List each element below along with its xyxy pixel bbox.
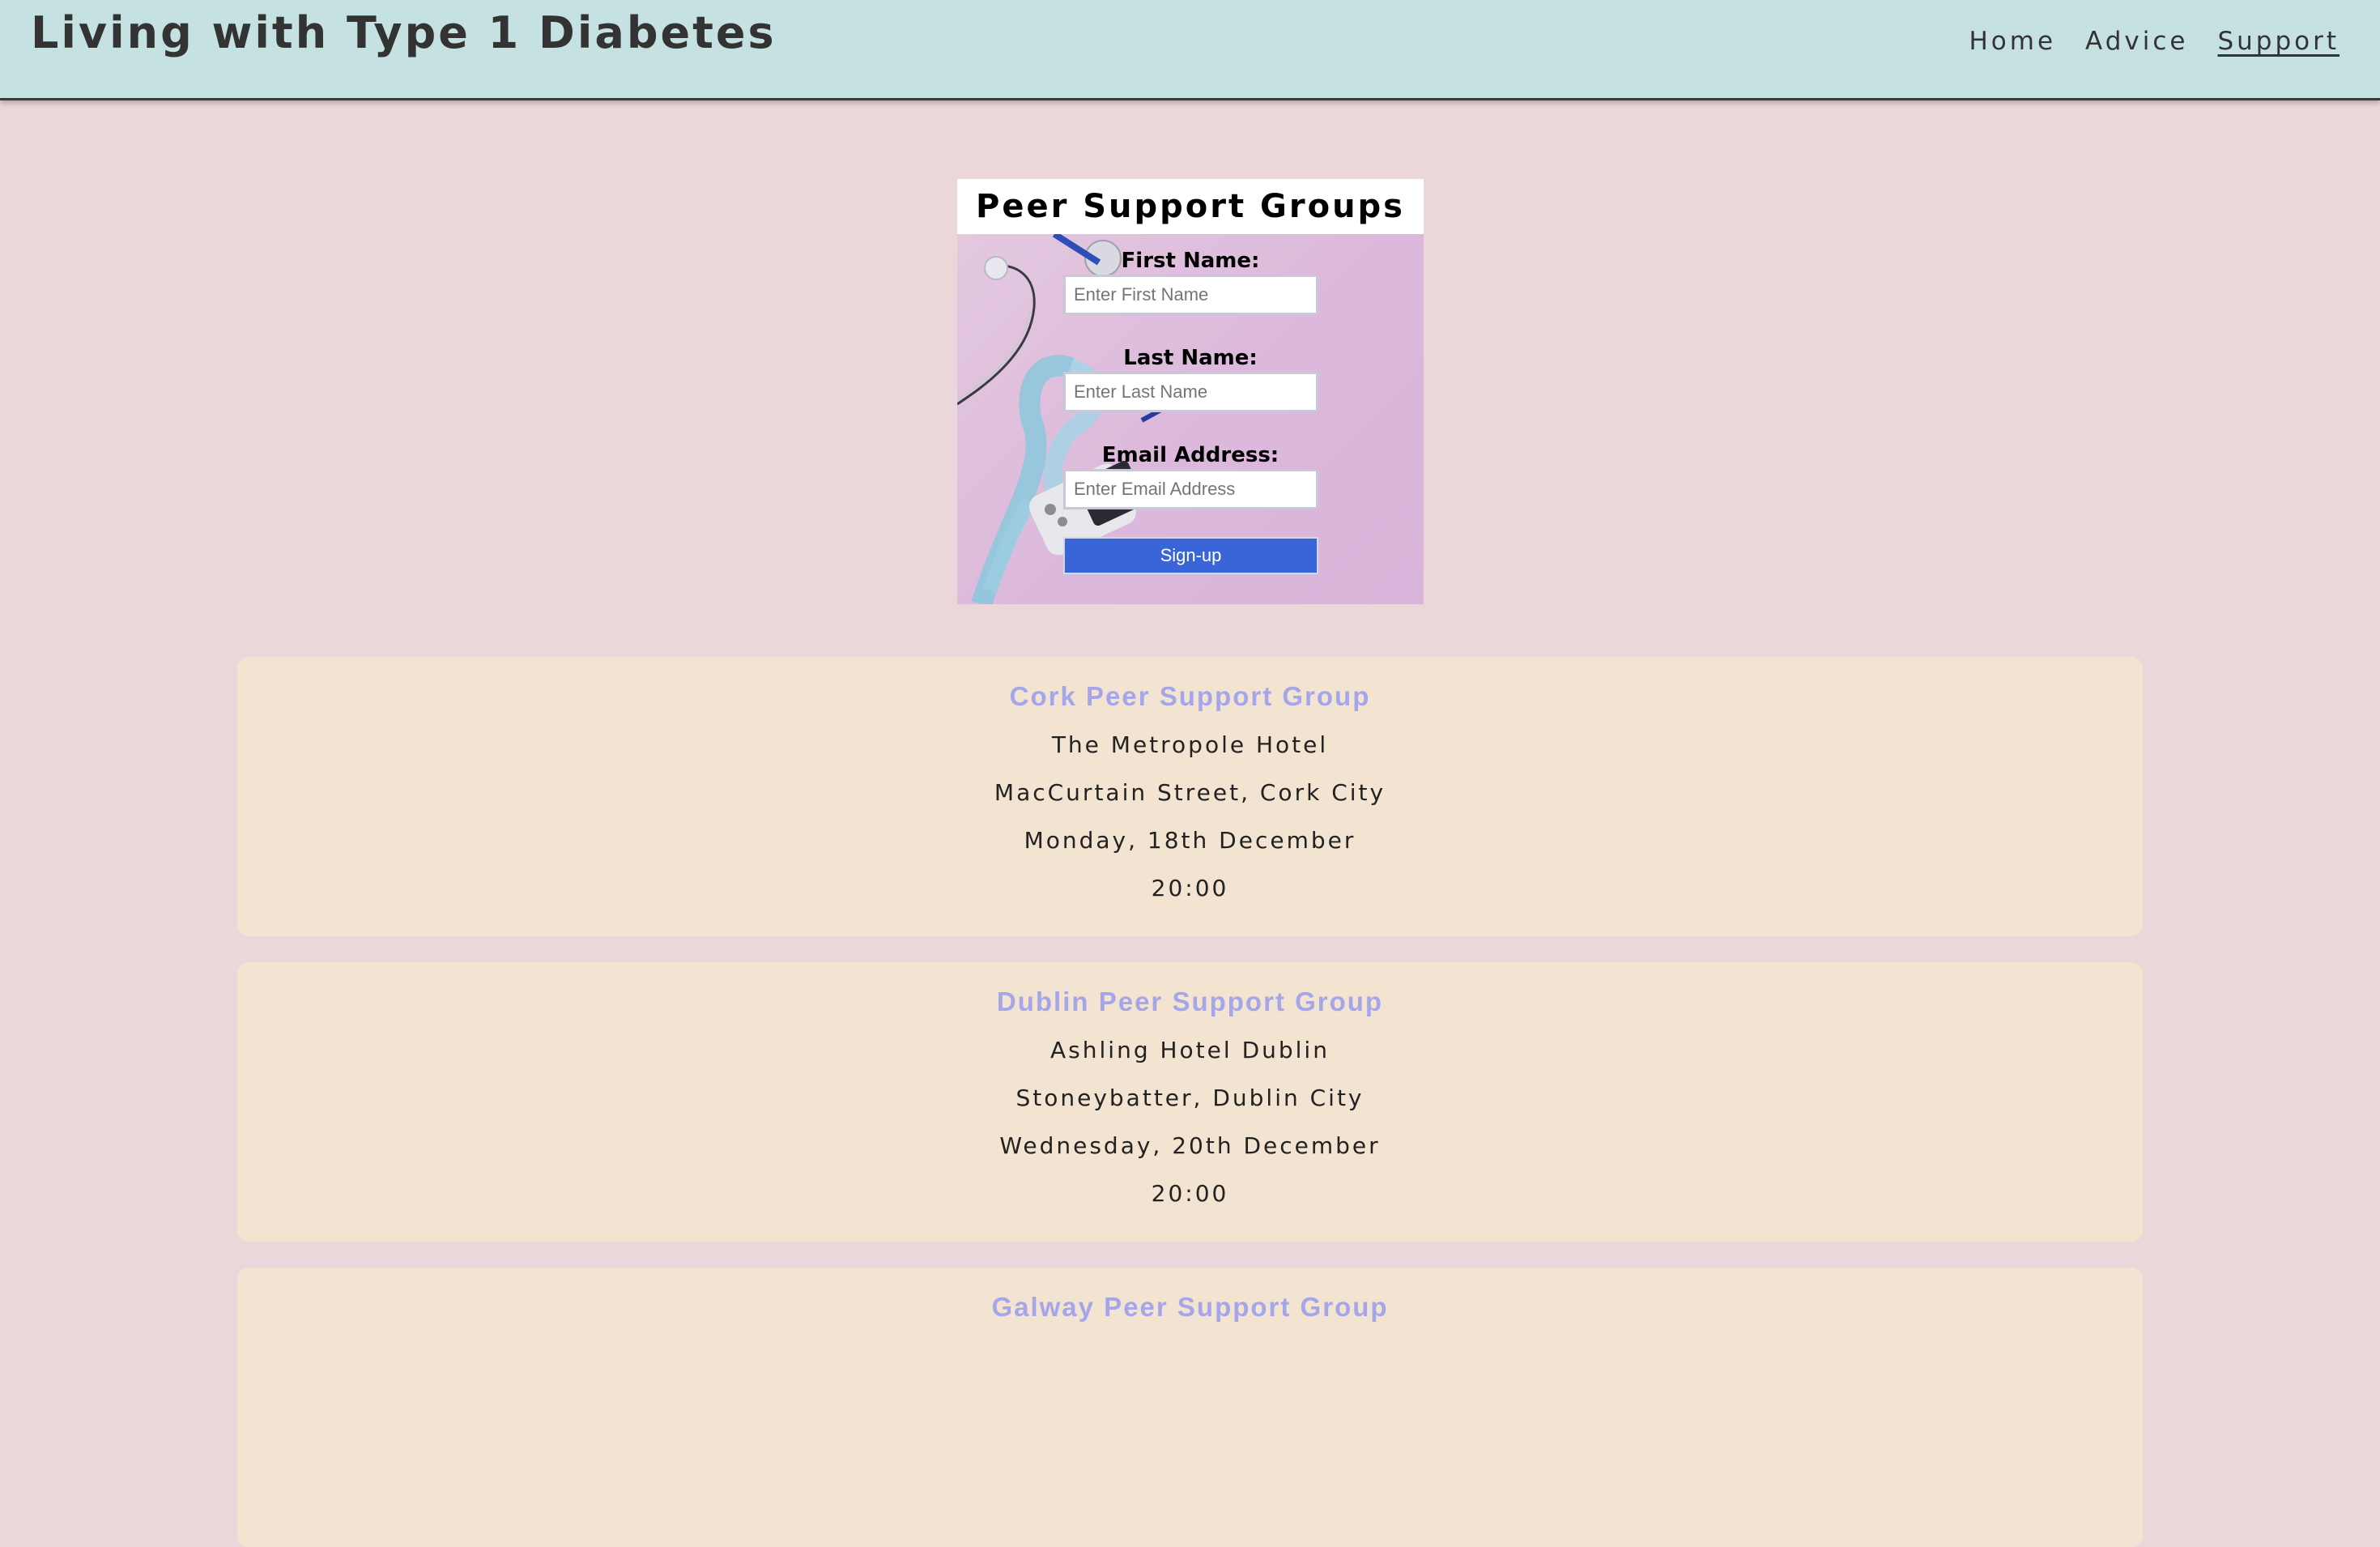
site-title: Living with Type 1 Diabetes: [31, 7, 777, 58]
form-heading: Peer Support Groups: [957, 179, 1424, 234]
last-name-input[interactable]: [1063, 372, 1318, 412]
signup-button[interactable]: Sign-up: [1063, 537, 1318, 574]
group-time: 20:00: [1151, 875, 1229, 901]
group-address: Stoneybatter, Dublin City: [1015, 1085, 1365, 1111]
group-venue: Ashling Hotel Dublin: [1050, 1037, 1330, 1063]
nav-link-home[interactable]: Home: [1969, 27, 2056, 56]
nav-link-support[interactable]: Support: [2217, 27, 2340, 56]
main-nav: Home Advice Support: [1969, 27, 2340, 56]
group-venue: The Metropole Hotel: [1051, 731, 1329, 758]
email-label: Email Address:: [1101, 443, 1279, 467]
site-header: Living with Type 1 Diabetes Home Advice …: [0, 0, 2380, 100]
group-title: Dublin Peer Support Group: [996, 987, 1384, 1016]
group-title: Galway Peer Support Group: [991, 1292, 1389, 1322]
group-card-galway: Galway Peer Support Group: [237, 1268, 2143, 1547]
group-address: MacCurtain Street, Cork City: [994, 779, 1386, 806]
nav-link-advice[interactable]: Advice: [2085, 27, 2188, 56]
group-time: 20:00: [1151, 1180, 1229, 1207]
email-input[interactable]: [1063, 469, 1318, 509]
first-name-label: First Name:: [1121, 249, 1260, 273]
group-card-dublin: Dublin Peer Support Group Ashling Hotel …: [237, 962, 2143, 1242]
first-name-input[interactable]: [1063, 275, 1318, 315]
group-title: Cork Peer Support Group: [1009, 681, 1371, 711]
group-date: Monday, 18th December: [1024, 827, 1356, 854]
group-date: Wednesday, 20th December: [999, 1132, 1381, 1159]
group-card-cork: Cork Peer Support Group The Metropole Ho…: [237, 657, 2143, 936]
last-name-label: Last Name:: [1123, 346, 1258, 370]
signup-form: Peer Support Groups First Name: Last Nam…: [957, 179, 1424, 604]
